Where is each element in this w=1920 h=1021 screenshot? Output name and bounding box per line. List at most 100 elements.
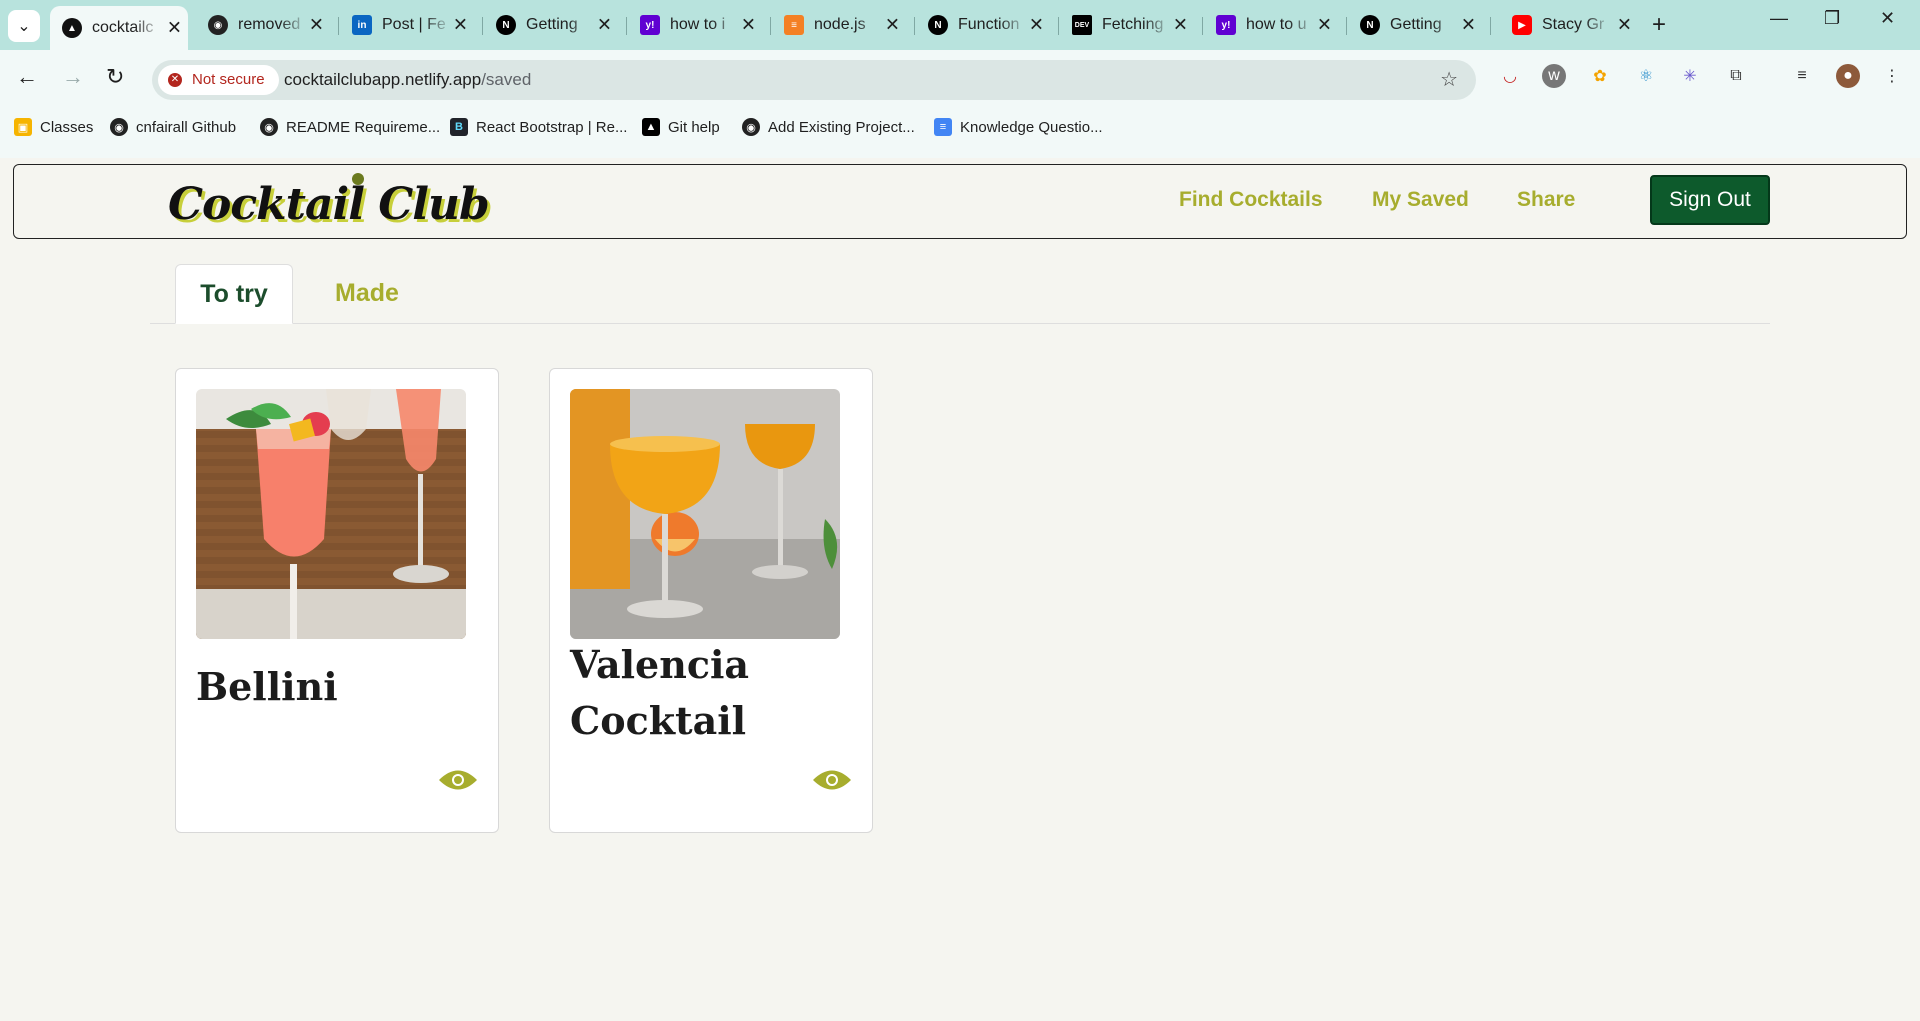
not-secure-icon: ✕	[168, 73, 182, 87]
browser-tab[interactable]: ▶ Stacy Gr ✕	[1500, 8, 1638, 42]
close-icon[interactable]: ✕	[309, 15, 324, 36]
bookmark-item[interactable]: ▣ Classes	[14, 118, 93, 136]
nav-my-saved[interactable]: My Saved	[1372, 188, 1469, 212]
tab-separator	[1202, 17, 1203, 35]
browser-tab[interactable]: ▲ cocktailc ✕	[50, 6, 188, 50]
browser-tab[interactable]: N Getting ✕	[484, 8, 618, 42]
browser-tab[interactable]: ≡ node.js ✕	[772, 8, 906, 42]
tab-separator	[770, 17, 771, 35]
netlify-icon: ▲	[62, 18, 82, 38]
close-icon[interactable]: ✕	[1317, 15, 1332, 36]
cocktail-name[interactable]: Valencia Cocktail	[570, 637, 810, 749]
bookmark-item[interactable]: ◉ cnfairall Github	[110, 118, 236, 136]
vercel-icon: ▲	[642, 118, 660, 136]
youtube-icon: ▶	[1512, 15, 1532, 35]
close-icon[interactable]: ✕	[453, 15, 468, 36]
bellini-photo[interactable]	[196, 389, 466, 639]
url-text[interactable]: cocktailclubapp.netlify.app/saved	[284, 70, 531, 90]
saved-tabs: To try Made	[150, 264, 1770, 324]
browser-tab[interactable]: N Getting ✕	[1348, 8, 1482, 42]
tab-separator	[1490, 17, 1491, 35]
page-content: Cocktail Club Find Cocktails My Saved Sh…	[0, 158, 1920, 1021]
yahoo-icon: y!	[640, 15, 660, 35]
extensions-puzzle-icon[interactable]: ⧉	[1724, 64, 1748, 88]
yahoo-icon: y!	[1216, 15, 1236, 35]
browser-tab-strip: ⌄ ▲ cocktailc ✕ ◉ removed ✕ in Post | Fe…	[0, 0, 1920, 50]
cocktail-name[interactable]: Bellini	[196, 659, 338, 715]
dev-icon: DEV	[1072, 15, 1092, 35]
nav-find-cocktails[interactable]: Find Cocktails	[1179, 188, 1323, 212]
close-icon[interactable]: ✕	[1461, 15, 1476, 36]
extension-asterisk-icon[interactable]: ✳	[1678, 64, 1702, 88]
tab-search-chevron-icon[interactable]: ⌄	[8, 10, 40, 42]
bookmark-item[interactable]: ◉ README Requireme...	[260, 118, 440, 136]
cocktail-card: Valencia Cocktail	[549, 368, 873, 833]
close-icon[interactable]: ✕	[1617, 15, 1632, 36]
menu-dots-icon[interactable]: ⋮	[1880, 64, 1904, 88]
github-icon: ◉	[260, 118, 278, 136]
olive-icon	[352, 173, 364, 185]
nextjs-icon: N	[496, 15, 516, 35]
react-devtools-icon[interactable]: ⚛	[1634, 64, 1658, 88]
browser-tab[interactable]: y! how to i ✕	[628, 8, 762, 42]
valencia-photo-art	[570, 389, 840, 639]
new-tab-plus-icon[interactable]: +	[1652, 11, 1666, 39]
bookmark-item[interactable]: ▲ Git help	[642, 118, 720, 136]
window-close-icon[interactable]: ✕	[1880, 8, 1895, 29]
site-logo[interactable]: Cocktail Club	[168, 179, 490, 230]
extension-flower-icon[interactable]: ✿	[1588, 64, 1612, 88]
docs-icon: ≡	[934, 118, 952, 136]
valencia-photo[interactable]	[570, 389, 840, 639]
extension-w-icon[interactable]: w	[1542, 64, 1566, 88]
profile-avatar[interactable]: ●	[1836, 64, 1860, 88]
bookmark-item[interactable]: ◉ Add Existing Project...	[742, 118, 915, 136]
close-icon[interactable]: ✕	[741, 15, 756, 36]
media-control-icon[interactable]: ≡	[1790, 64, 1814, 88]
site-navbar: Cocktail Club Find Cocktails My Saved Sh…	[13, 164, 1907, 239]
back-arrow-icon[interactable]: ←	[16, 64, 38, 90]
extension-pocket-icon[interactable]: ◡	[1498, 64, 1522, 88]
tab-separator	[1346, 17, 1347, 35]
cocktail-card: Bellini	[175, 368, 499, 833]
close-icon[interactable]: ✕	[167, 18, 182, 39]
sign-out-button[interactable]: Sign Out	[1650, 175, 1770, 225]
github-icon: ◉	[110, 118, 128, 136]
tab-separator	[482, 17, 483, 35]
github-icon: ◉	[208, 15, 228, 35]
browser-toolbar: ← → ↻ ✕ Not secure cocktailclubapp.netli…	[0, 50, 1920, 158]
linkedin-icon: in	[352, 15, 372, 35]
bookmark-star-icon[interactable]: ☆	[1440, 67, 1458, 92]
restore-icon[interactable]: ❐	[1824, 8, 1840, 29]
nextjs-icon: N	[1360, 15, 1380, 35]
browser-tab[interactable]: ◉ removed ✕	[196, 8, 330, 42]
close-icon[interactable]: ✕	[885, 15, 900, 36]
tab-separator	[626, 17, 627, 35]
tab-to-try[interactable]: To try	[175, 264, 293, 324]
bookmarks-bar: ▣ Classes ◉ cnfairall Github ◉ README Re…	[0, 112, 1920, 146]
address-bar[interactable]: ✕ Not secure cocktailclubapp.netlify.app…	[152, 60, 1476, 100]
browser-tab[interactable]: y! how to u ✕	[1204, 8, 1338, 42]
browser-tab[interactable]: DEV Fetching ✕	[1060, 8, 1194, 42]
tab-separator	[1058, 17, 1059, 35]
nav-share[interactable]: Share	[1517, 188, 1575, 212]
minimize-icon[interactable]: —	[1770, 8, 1788, 29]
forward-arrow-icon[interactable]: →	[62, 64, 84, 90]
bookmark-item[interactable]: ≡ Knowledge Questio...	[934, 118, 1103, 136]
tab-separator	[914, 17, 915, 35]
stackoverflow-icon: ≡	[784, 15, 804, 35]
view-eye-icon[interactable]	[812, 767, 852, 793]
reload-icon[interactable]: ↻	[106, 64, 124, 90]
close-icon[interactable]: ✕	[1173, 15, 1188, 36]
close-icon[interactable]: ✕	[1029, 15, 1044, 36]
nextjs-icon: N	[928, 15, 948, 35]
bookmark-item[interactable]: B React Bootstrap | Re...	[450, 118, 627, 136]
view-eye-icon[interactable]	[438, 767, 478, 793]
classroom-icon: ▣	[14, 118, 32, 136]
close-icon[interactable]: ✕	[597, 15, 612, 36]
react-bootstrap-icon: B	[450, 118, 468, 136]
browser-tab[interactable]: in Post | Fe ✕	[340, 8, 474, 42]
tab-made[interactable]: Made	[312, 264, 422, 323]
browser-tab[interactable]: N Function ✕	[916, 8, 1050, 42]
tab-separator	[338, 17, 339, 35]
security-chip[interactable]: ✕ Not secure	[158, 65, 279, 95]
